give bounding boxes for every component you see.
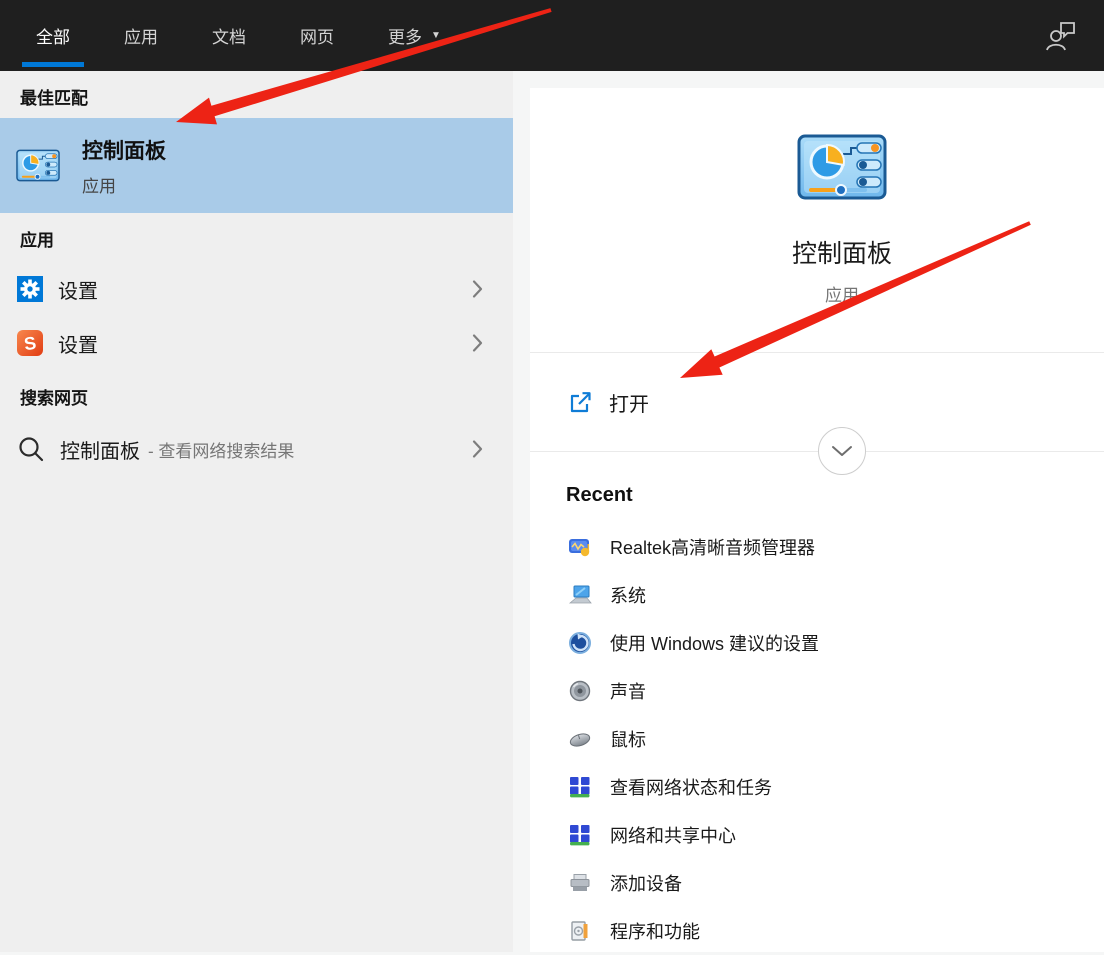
active-tab-underline (22, 62, 84, 67)
system-computer-icon (568, 583, 592, 607)
recent-list: Realtek高清晰音频管理器 系统 使用 Windows 建议的设置 (530, 523, 1104, 955)
tab-more-label: 更多 (388, 23, 422, 48)
recent-item-system[interactable]: 系统 (530, 571, 1104, 619)
sogou-s-icon: S (17, 330, 43, 356)
windows-suggested-settings-icon (568, 631, 592, 655)
apps-section-heading: 应用 (20, 226, 54, 251)
settings-gear-icon (17, 276, 43, 302)
search-filter-tabs: 全部 应用 文档 网页 更多 ▼ (22, 0, 455, 71)
tab-web-label: 网页 (300, 23, 334, 48)
person-chat-icon (1044, 17, 1078, 53)
recent-item-label: 程序和功能 (610, 918, 700, 944)
best-match-subtitle: 应用 (82, 172, 166, 197)
recent-item-windows-suggested-settings[interactable]: 使用 Windows 建议的设置 (530, 619, 1104, 667)
recent-item-label: 系统 (610, 582, 646, 608)
chevron-right-icon (472, 280, 483, 299)
best-match-text: 控制面板 应用 (82, 135, 166, 197)
expand-details-button[interactable] (818, 427, 866, 475)
web-search-query: 控制面板 (60, 435, 140, 464)
detail-app-title: 控制面板 (530, 234, 1104, 270)
search-icon (17, 435, 45, 463)
panel-divider-gutter (513, 71, 530, 952)
web-search-result[interactable]: 控制面板 - 查看网络搜索结果 (0, 420, 513, 478)
dropdown-caret-icon: ▼ (431, 30, 441, 41)
tab-all[interactable]: 全部 (22, 0, 84, 71)
tab-all-label: 全部 (36, 23, 70, 48)
detail-app-subtitle: 应用 (530, 281, 1104, 306)
recent-item-label: 使用 Windows 建议的设置 (610, 630, 819, 656)
chevron-down-icon (831, 445, 853, 457)
section-divider (530, 451, 1104, 452)
recent-item-network-sharing-center[interactable]: 网络和共享中心 (530, 811, 1104, 859)
recent-item-label: 查看网络状态和任务 (610, 774, 772, 800)
sound-speaker-icon (568, 679, 592, 703)
tab-documents-label: 文档 (212, 23, 246, 48)
realtek-audio-icon (568, 535, 592, 559)
open-action-label: 打开 (609, 388, 649, 417)
app-result-sogou-settings[interactable]: S 设置 (0, 316, 513, 370)
programs-features-icon (568, 919, 592, 943)
tab-more[interactable]: 更多 ▼ (374, 0, 455, 71)
tab-documents[interactable]: 文档 (198, 0, 260, 71)
network-status-icon (568, 775, 592, 799)
recent-item-add-device[interactable]: 添加设备 (530, 859, 1104, 907)
search-topbar: 全部 应用 文档 网页 更多 ▼ (0, 0, 1104, 71)
result-detail-card: 控制面板 应用 打开 Recent Realtek高清晰音频 (530, 88, 1104, 952)
tab-apps-label: 应用 (124, 23, 158, 48)
best-match-item-control-panel[interactable]: 控制面板 应用 (0, 118, 513, 213)
search-results-panel: 最佳匹配 控制面板 应用 应用 设置 (0, 71, 513, 952)
recent-item-label: 鼠标 (610, 726, 646, 752)
best-match-title: 控制面板 (82, 135, 166, 165)
recent-item-label: 网络和共享中心 (610, 822, 736, 848)
app-result-label: 设置 (58, 275, 98, 304)
tab-web[interactable]: 网页 (286, 0, 348, 71)
web-search-heading: 搜索网页 (20, 384, 88, 409)
recent-item-realtek[interactable]: Realtek高清晰音频管理器 (530, 523, 1104, 571)
feedback-button[interactable] (1044, 17, 1078, 53)
network-sharing-icon (568, 823, 592, 847)
recent-item-mouse[interactable]: 鼠标 (530, 715, 1104, 763)
recent-item-label: 添加设备 (610, 870, 682, 896)
recent-item-network-status[interactable]: 查看网络状态和任务 (530, 763, 1104, 811)
app-result-label: 设置 (58, 329, 98, 358)
best-match-heading: 最佳匹配 (20, 84, 88, 109)
tab-apps[interactable]: 应用 (110, 0, 172, 71)
control-panel-icon (16, 149, 60, 182)
recent-heading: Recent (566, 484, 633, 507)
chevron-right-icon (472, 334, 483, 353)
open-action[interactable]: 打开 (530, 352, 1104, 451)
chevron-right-icon (472, 440, 483, 459)
recent-item-programs-features[interactable]: 程序和功能 (530, 907, 1104, 955)
open-external-icon (568, 390, 592, 414)
web-search-hint: - 查看网络搜索结果 (148, 437, 294, 462)
app-result-windows-settings[interactable]: 设置 (0, 262, 513, 316)
recent-item-label: Realtek高清晰音频管理器 (610, 534, 815, 560)
mouse-icon (568, 727, 592, 751)
control-panel-large-icon (797, 134, 887, 200)
add-device-icon (568, 871, 592, 895)
recent-item-sound[interactable]: 声音 (530, 667, 1104, 715)
recent-item-label: 声音 (610, 678, 646, 704)
